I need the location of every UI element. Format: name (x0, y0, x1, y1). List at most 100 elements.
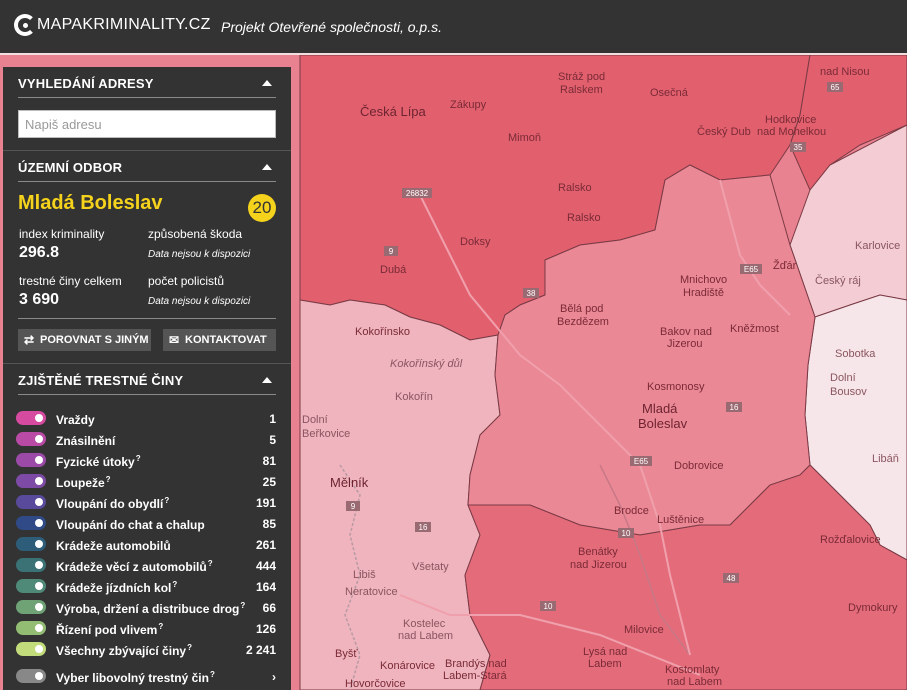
svg-text:Bakov nad: Bakov nad (660, 326, 712, 338)
crime-toggle[interactable] (16, 537, 46, 551)
crime-toggle[interactable] (16, 558, 46, 572)
crime-row[interactable]: Loupeže? 25 (16, 471, 276, 492)
logo-text: MAPAKRIMINALITY.CZ (37, 16, 211, 33)
svg-text:Ralsko: Ralsko (558, 182, 592, 194)
help-icon: ? (209, 670, 215, 679)
crime-toggle[interactable] (16, 642, 46, 656)
svg-text:Ralskem: Ralskem (560, 84, 603, 96)
svg-text:Ralsko: Ralsko (567, 212, 601, 224)
crime-row[interactable]: Krádeže věcí z automobilů? 444 (16, 555, 276, 576)
svg-text:Beřkovice: Beřkovice (302, 428, 350, 440)
header-tagline[interactable]: Projekt Otevřené společnosti, o.p.s. (221, 19, 442, 35)
envelope-icon: ✉ (169, 333, 180, 347)
chevron-right-icon[interactable]: › (272, 670, 276, 684)
crime-row[interactable]: Krádeže automobilů 261 (16, 534, 276, 555)
svg-text:Bousov: Bousov (830, 386, 867, 398)
crime-toggle[interactable] (16, 495, 46, 509)
total-crimes-value: 3 690 (19, 291, 60, 308)
help-icon: ? (240, 601, 246, 610)
crime-toggle[interactable] (16, 579, 46, 593)
site-logo[interactable]: MAPAKRIMINALITY.CZ (14, 14, 211, 36)
address-search-input[interactable]: Napiš adresu (18, 110, 276, 138)
svg-text:Kosmonosy: Kosmonosy (647, 381, 705, 393)
svg-text:Kněžmost: Kněžmost (730, 323, 779, 335)
svg-text:Bezdězem: Bezdězem (557, 316, 609, 328)
svg-text:Konárovice: Konárovice (380, 660, 435, 672)
compare-label: POROVNAT S JINÝM (40, 334, 149, 346)
crime-label: Znásilnění (56, 434, 116, 448)
svg-text:Dolní: Dolní (302, 414, 328, 426)
svg-text:Osečná: Osečná (650, 87, 689, 99)
svg-text:nad Labem: nad Labem (667, 676, 722, 688)
svg-text:Rožďalovice: Rožďalovice (820, 534, 881, 546)
svg-text:Milovice: Milovice (624, 624, 664, 636)
svg-text:38: 38 (527, 289, 536, 298)
contact-label: KONTAKTOVAT (185, 334, 267, 346)
crime-list: Vraždy 1 Znásilnění 5 Fyzické útoky? 81 Lou… (3, 408, 291, 687)
svg-text:Hovorčovice: Hovorčovice (345, 678, 406, 690)
svg-text:nad Nisou: nad Nisou (820, 66, 870, 78)
svg-text:Český Dub: Český Dub (697, 125, 751, 138)
crime-row[interactable]: Řízení pod vlivem? 126 (16, 618, 276, 639)
crime-row[interactable]: Vloupání do obydlí? 191 (16, 492, 276, 513)
svg-text:Neratovice: Neratovice (345, 586, 398, 598)
crime-toggle[interactable] (16, 453, 46, 467)
crimes-header[interactable]: ZJIŠTĚNÉ TRESTNÉ ČINY (18, 364, 276, 395)
svg-text:Labem: Labem (588, 658, 622, 670)
compare-button[interactable]: ⇄ POROVNAT S JINÝM (18, 329, 151, 351)
help-icon: ? (105, 475, 111, 484)
svg-text:Brandýs nad: Brandýs nad (445, 658, 507, 670)
svg-text:9: 9 (389, 247, 394, 256)
damage-label: způsobená škoda (148, 227, 243, 241)
logo-icon (14, 14, 36, 36)
crime-count: 2 241 (245, 643, 276, 657)
crime-toggle[interactable] (16, 621, 46, 635)
svg-text:Mělník: Mělník (330, 475, 369, 490)
crime-label: Vyber libovolný trestný čin? (56, 670, 215, 685)
svg-text:Kokořínsko: Kokořínsko (355, 326, 410, 338)
svg-text:Libáň: Libáň (872, 453, 899, 465)
collapse-arrow-icon[interactable] (262, 164, 272, 170)
svg-text:Všetaty: Všetaty (412, 561, 449, 573)
crime-row[interactable]: Krádeže jízdních kol? 164 (16, 576, 276, 597)
side-panel: VYHLEDÁNÍ ADRESY Napiš adresu ÚZEMNÍ ODB… (3, 67, 291, 690)
crime-row[interactable]: Znásilnění 5 (16, 429, 276, 450)
svg-text:16: 16 (730, 403, 739, 412)
collapse-arrow-icon[interactable] (262, 80, 272, 86)
svg-text:Brodce: Brodce (614, 505, 649, 517)
crime-count: 25 (262, 475, 276, 489)
crime-toggle[interactable] (16, 600, 46, 614)
svg-text:Bělá pod: Bělá pod (560, 303, 603, 315)
crime-row[interactable]: Všechny zbývající činy? 2 241 (16, 639, 276, 660)
svg-text:Kokořín: Kokořín (395, 391, 433, 403)
svg-text:Mimoň: Mimoň (508, 132, 541, 144)
svg-text:Kostomlaty: Kostomlaty (665, 664, 720, 676)
crime-row[interactable]: Vraždy 1 (16, 408, 276, 429)
svg-text:26832: 26832 (406, 189, 429, 198)
svg-text:16: 16 (419, 523, 428, 532)
crime-row[interactable]: Vloupání do chat a chalup 85 (16, 513, 276, 534)
help-icon: ? (172, 580, 178, 589)
compare-icon: ⇄ (24, 333, 35, 347)
crime-toggle[interactable] (16, 474, 46, 488)
contact-button[interactable]: ✉ KONTAKTOVAT (163, 329, 276, 351)
crime-toggle[interactable] (16, 411, 46, 425)
help-icon: ? (158, 622, 164, 631)
crime-toggle[interactable] (16, 669, 46, 683)
crime-toggle[interactable] (16, 432, 46, 446)
police-count-label: počet policistů (148, 274, 225, 288)
crime-row[interactable]: Fyzické útoky? 81 (16, 450, 276, 471)
crime-label: Všechny zbývající činy? (56, 643, 192, 658)
help-icon: ? (135, 454, 141, 463)
svg-text:Dobrovice: Dobrovice (674, 460, 724, 472)
svg-text:E65: E65 (744, 265, 759, 274)
address-search-header[interactable]: VYHLEDÁNÍ ADRESY (18, 67, 276, 98)
crime-toggle[interactable] (16, 516, 46, 530)
district-rank-badge: 20 (248, 194, 276, 222)
collapse-arrow-icon[interactable] (262, 377, 272, 383)
crime-row[interactable]: Vyber libovolný trestný čin? › (16, 666, 276, 687)
crime-row[interactable]: Výroba, držení a distribuce drog? 66 (16, 597, 276, 618)
svg-text:Dymokury: Dymokury (848, 602, 898, 614)
help-icon: ? (164, 496, 170, 505)
district-header[interactable]: ÚZEMNÍ ODBOR (18, 151, 276, 182)
